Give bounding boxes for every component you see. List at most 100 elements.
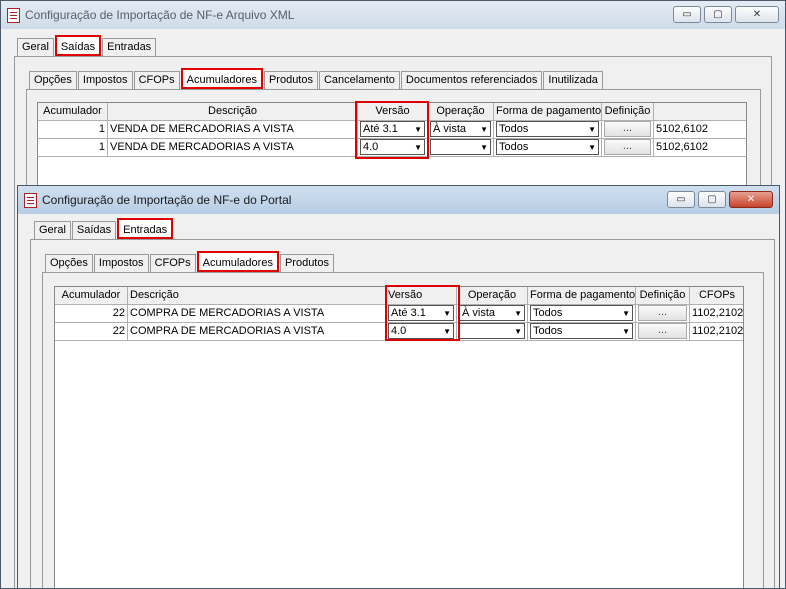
col-definicao[interactable]: Definição: [602, 103, 654, 121]
cell-forma-pagamento[interactable]: Todos ▼: [528, 323, 636, 341]
cell-acumulador: 22: [55, 305, 128, 323]
col-acumulador[interactable]: Acumulador: [38, 103, 108, 121]
close-button[interactable]: ✕: [729, 191, 773, 208]
table-row[interactable]: 1 VENDA DE MERCADORIAS A VISTA Até 3.1 ▼ …: [38, 121, 746, 139]
document-icon: [7, 7, 20, 23]
chevron-down-icon[interactable]: ▼: [414, 140, 422, 155]
col-definicao[interactable]: Definição: [636, 287, 690, 305]
chevron-down-icon[interactable]: ▼: [622, 324, 630, 339]
cell-cfops: 1102,2102: [690, 323, 743, 341]
cell-versao[interactable]: 4.0 ▼: [358, 139, 428, 157]
cell-forma-pagamento[interactable]: Todos ▼: [528, 305, 636, 323]
forma-value: Todos: [533, 306, 563, 319]
minimize-button[interactable]: ▭: [673, 6, 701, 23]
definicao-button[interactable]: ...: [604, 121, 651, 137]
cell-definicao[interactable]: ...: [602, 139, 654, 157]
subtab-impostos[interactable]: Impostos: [93, 254, 149, 272]
col-operacao[interactable]: Operação: [428, 103, 494, 121]
subtab-opcoes[interactable]: Opções: [45, 254, 93, 272]
col-cfops: [654, 103, 746, 121]
subtab-inutilizada[interactable]: Inutilizada: [543, 71, 603, 89]
minimize-button[interactable]: ▭: [667, 191, 695, 208]
cell-acumulador: 1: [38, 139, 108, 157]
subtab-produtos[interactable]: Produtos: [279, 254, 334, 272]
subtab-acumuladores[interactable]: Acumuladores: [180, 68, 263, 89]
subtab-cancelamento[interactable]: Cancelamento: [318, 71, 400, 89]
chevron-down-icon[interactable]: ▼: [588, 140, 596, 155]
col-cfops[interactable]: CFOPs: [690, 287, 743, 305]
tab-saidas[interactable]: Saídas: [54, 35, 102, 56]
tab-geral[interactable]: Geral: [17, 38, 54, 56]
table-row[interactable]: 22 COMPRA DE MERCADORIAS A VISTA Até 3.1…: [55, 305, 743, 323]
subtab-cfops[interactable]: CFOPs: [133, 71, 180, 89]
tab-entradas[interactable]: Entradas: [102, 38, 157, 56]
acumuladores-grid: Acumulador Descrição Versão Operação For…: [54, 286, 744, 588]
maximize-button[interactable]: ▢: [704, 6, 732, 23]
forma-value: Todos: [533, 324, 563, 337]
cell-operacao[interactable]: ▼: [428, 139, 494, 157]
chevron-down-icon[interactable]: ▼: [480, 140, 488, 155]
cell-operacao[interactable]: À vista ▼: [457, 305, 528, 323]
close-button[interactable]: ✕: [735, 6, 779, 23]
cell-versao[interactable]: Até 3.1 ▼: [386, 305, 457, 323]
subtab-acumuladores[interactable]: Acumuladores: [196, 251, 279, 272]
versao-value: Até 3.1: [391, 306, 426, 319]
chevron-down-icon[interactable]: ▼: [622, 306, 630, 321]
cell-descricao: COMPRA DE MERCADORIAS A VISTA: [128, 323, 386, 341]
col-descricao[interactable]: Descrição: [128, 287, 386, 305]
subtab-produtos[interactable]: Produtos: [263, 71, 318, 89]
definicao-button[interactable]: ...: [638, 323, 687, 339]
cell-forma-pagamento[interactable]: Todos ▼: [494, 139, 602, 157]
cell-descricao: COMPRA DE MERCADORIAS A VISTA: [128, 305, 386, 323]
table-row[interactable]: 1 VENDA DE MERCADORIAS A VISTA 4.0 ▼ ▼ To…: [38, 139, 746, 157]
forma-pagamento-select: Todos ▼: [530, 305, 633, 321]
subtab-cfops[interactable]: CFOPs: [149, 254, 196, 272]
cell-definicao[interactable]: ...: [602, 121, 654, 139]
definicao-button[interactable]: ...: [638, 305, 687, 321]
versao-value: 4.0: [363, 140, 379, 153]
subtab-impostos[interactable]: Impostos: [77, 71, 133, 89]
chevron-down-icon[interactable]: ▼: [443, 324, 451, 339]
col-descricao[interactable]: Descrição: [108, 103, 358, 121]
col-operacao[interactable]: Operação: [457, 287, 528, 305]
chevron-down-icon[interactable]: ▼: [514, 324, 522, 339]
versao-select: 4.0 ▼: [360, 139, 425, 155]
col-acumulador[interactable]: Acumulador: [55, 287, 128, 305]
title-bar[interactable]: Configuração de Importação de NF-e Arqui…: [1, 1, 785, 29]
versao-value: 4.0: [391, 324, 407, 337]
table-row[interactable]: 22 COMPRA DE MERCADORIAS A VISTA 4.0 ▼ ▼ …: [55, 323, 743, 341]
maximize-button[interactable]: ▢: [698, 191, 726, 208]
chevron-down-icon[interactable]: ▼: [443, 306, 451, 321]
forma-pagamento-select: Todos ▼: [496, 139, 599, 155]
cell-definicao[interactable]: ...: [636, 323, 690, 341]
operacao-select: À vista ▼: [459, 305, 525, 321]
cell-definicao[interactable]: ...: [636, 305, 690, 323]
col-forma-pagamento[interactable]: Forma de pagamento: [528, 287, 636, 305]
definicao-button[interactable]: ...: [604, 139, 651, 155]
cell-cfops: 5102,6102: [654, 139, 746, 157]
grid-header: Acumulador Descrição Versão Operação For…: [38, 103, 746, 121]
cell-descricao: VENDA DE MERCADORIAS A VISTA: [108, 139, 358, 157]
chevron-down-icon[interactable]: ▼: [514, 306, 522, 321]
chevron-down-icon[interactable]: ▼: [414, 122, 422, 137]
cell-descricao: VENDA DE MERCADORIAS A VISTA: [108, 121, 358, 139]
cell-forma-pagamento[interactable]: Todos ▼: [494, 121, 602, 139]
cell-operacao[interactable]: À vista ▼: [428, 121, 494, 139]
cell-versao[interactable]: Até 3.1 ▼: [358, 121, 428, 139]
col-versao[interactable]: Versão: [386, 287, 457, 305]
operacao-select: ▼: [459, 323, 525, 339]
tab-saidas[interactable]: Saídas: [71, 221, 117, 239]
chevron-down-icon[interactable]: ▼: [480, 122, 488, 137]
chevron-down-icon[interactable]: ▼: [588, 122, 596, 137]
col-forma-pagamento[interactable]: Forma de pagamento: [494, 103, 602, 121]
tab-entradas[interactable]: Entradas: [117, 218, 174, 239]
subtab-opcoes[interactable]: Opções: [29, 71, 77, 89]
window-title: Configuração de Importação de NF-e Arqui…: [25, 8, 295, 22]
cell-versao[interactable]: 4.0 ▼: [386, 323, 457, 341]
subtab-documentos-referenciados[interactable]: Documentos referenciados: [400, 71, 543, 89]
cell-operacao[interactable]: ▼: [457, 323, 528, 341]
tab-geral[interactable]: Geral: [34, 221, 71, 239]
operacao-select: À vista ▼: [430, 121, 491, 137]
title-bar[interactable]: Configuração de Importação de NF-e do Po…: [18, 186, 779, 214]
col-versao[interactable]: Versão: [358, 103, 428, 121]
